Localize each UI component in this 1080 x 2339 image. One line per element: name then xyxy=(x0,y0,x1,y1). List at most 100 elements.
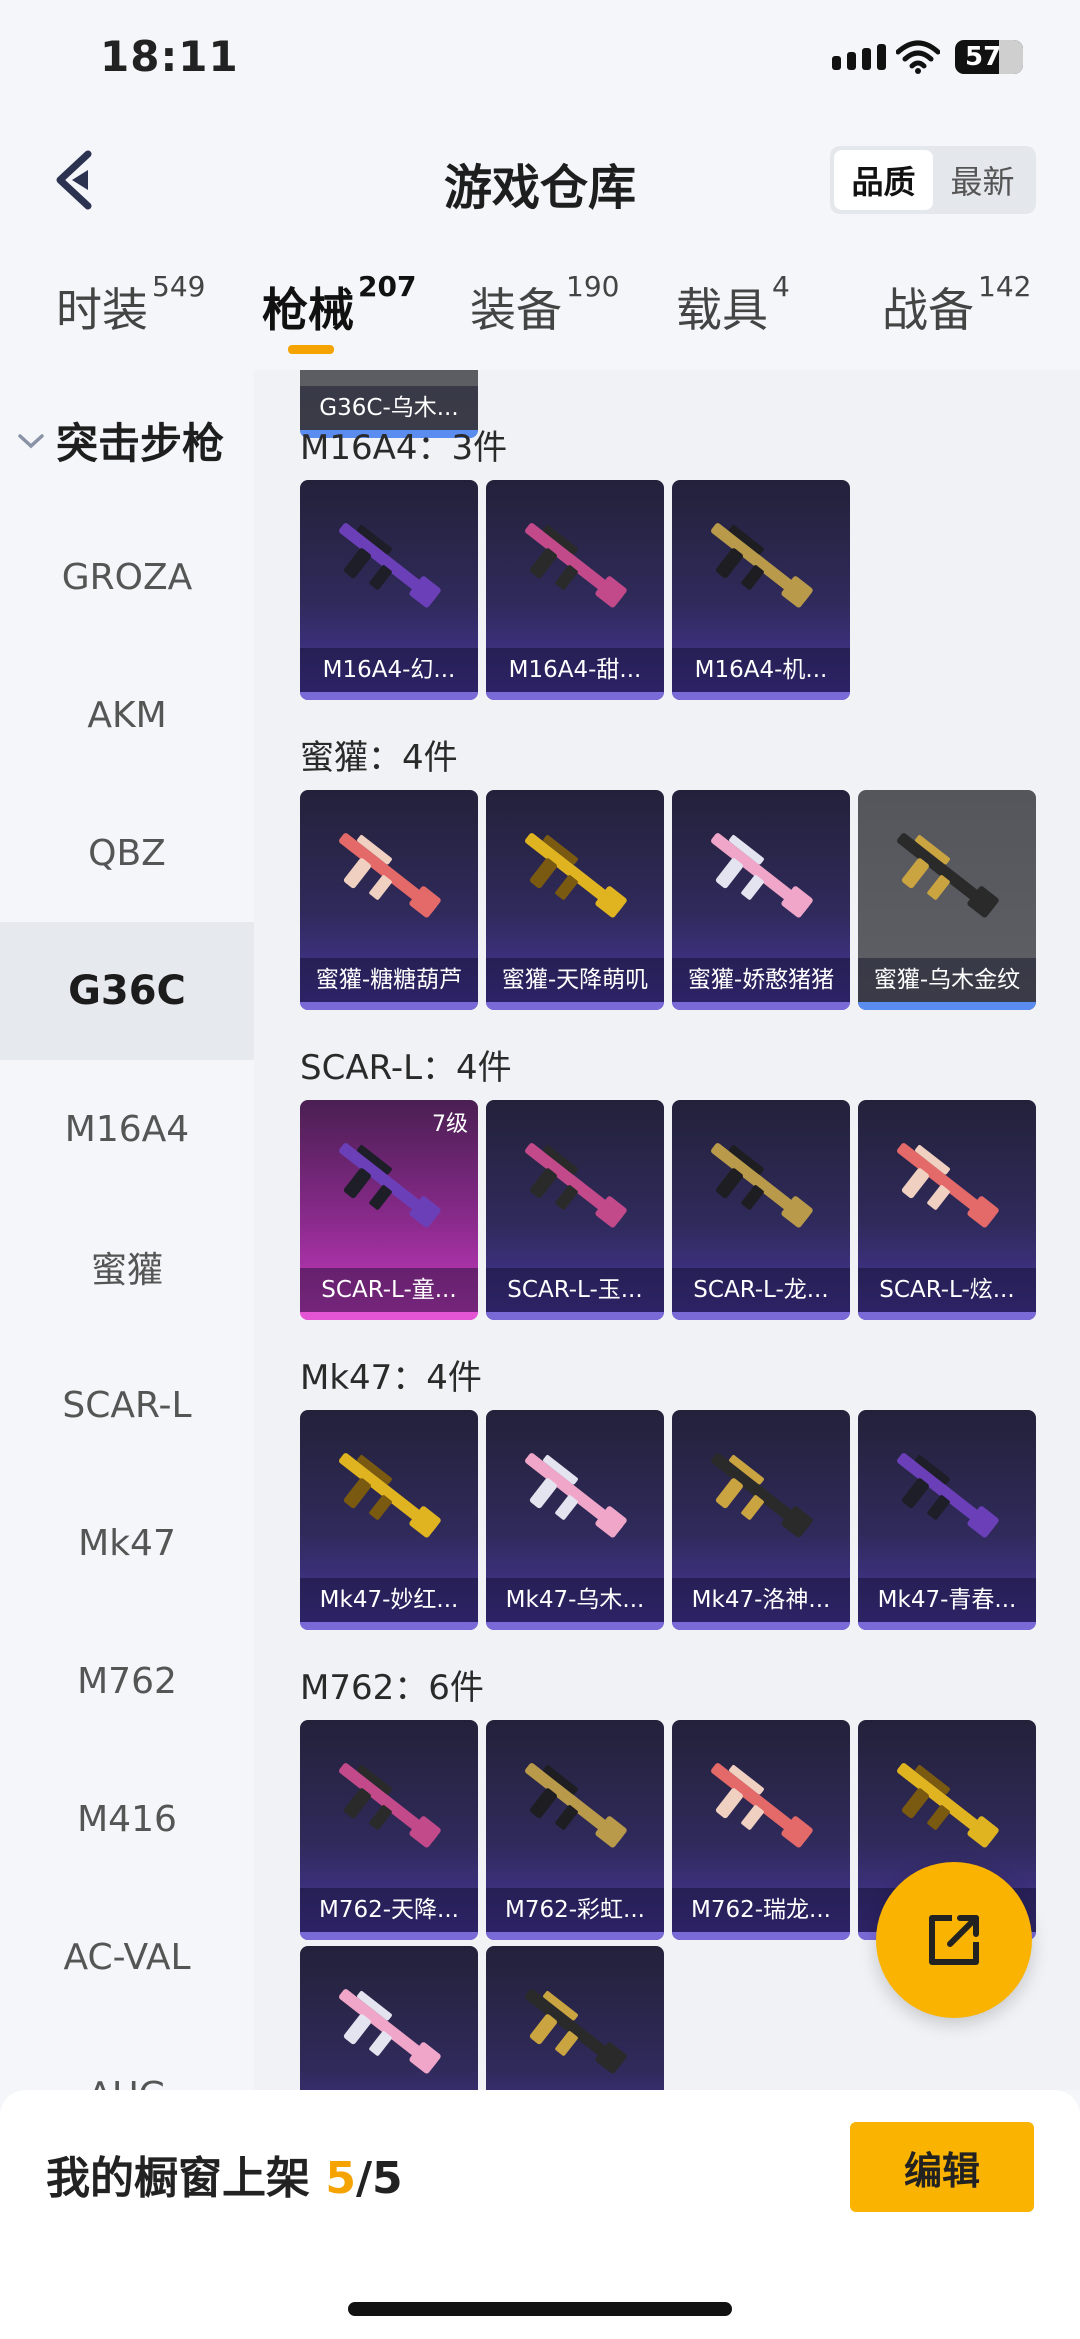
weapon-card[interactable]: 蜜獾-天降萌叽 xyxy=(486,790,664,1010)
tab-equipment[interactable]: 装备 190 xyxy=(470,270,619,340)
sidebar-item-m16a4[interactable]: M16A4 xyxy=(0,1060,254,1198)
quality-bar xyxy=(672,1622,850,1630)
share-external-icon xyxy=(929,1915,979,1965)
tab-label: 载具 xyxy=(676,283,768,337)
tab-count: 4 xyxy=(772,270,790,303)
sidebar-item-scar-l[interactable]: SCAR-L xyxy=(0,1336,254,1474)
sidebar-item-m416[interactable]: M416 xyxy=(0,1750,254,1888)
weapon-card[interactable]: M16A4-幻... xyxy=(300,480,478,700)
quality-bar xyxy=(486,1622,664,1630)
weapon-card[interactable] xyxy=(300,1946,478,2090)
tab-fashion[interactable]: 时装 549 xyxy=(56,270,205,340)
quality-bar xyxy=(672,1312,850,1320)
edit-button[interactable]: 编辑 xyxy=(850,2122,1034,2212)
rifle-icon xyxy=(508,1440,642,1550)
tab-count: 142 xyxy=(978,270,1032,303)
tab-label: 装备 xyxy=(470,283,562,337)
weapon-card[interactable]: Mk47-青春... xyxy=(858,1410,1036,1630)
quality-bar xyxy=(486,1312,664,1320)
weapon-card[interactable]: SCAR-L-炫... xyxy=(858,1100,1036,1320)
rifle-icon xyxy=(322,1130,456,1240)
sidebar-group-label: 突击步枪 xyxy=(56,419,225,468)
tab-count: 190 xyxy=(566,270,620,303)
weapon-card[interactable]: 蜜獾-娇憨猪猪 xyxy=(672,790,850,1010)
weapon-card[interactable]: M762-天降... xyxy=(300,1720,478,1940)
weapon-card[interactable]: M762-彩虹... xyxy=(486,1720,664,1940)
share-button[interactable] xyxy=(876,1862,1032,2018)
sidebar-item-ac-val[interactable]: AC-VAL xyxy=(0,1888,254,2026)
weapon-card-name: 蜜獾-乌木金纹 xyxy=(858,958,1036,1002)
home-indicator xyxy=(348,2302,732,2316)
back-button[interactable] xyxy=(48,140,108,220)
weapon-sidebar: 突击步枪 GROZA AKM QBZ G36C M16A4 蜜獾 SCAR-L … xyxy=(0,370,254,2090)
weapon-card-name: SCAR-L-玉... xyxy=(486,1268,664,1312)
tab-vehicles[interactable]: 载具 4 xyxy=(676,270,790,340)
sidebar-item-honey-badger[interactable]: 蜜獾 xyxy=(0,1198,254,1336)
sort-newest-button[interactable]: 最新 xyxy=(933,150,1032,210)
sidebar-item-mk47[interactable]: Mk47 xyxy=(0,1474,254,1612)
signal-icon xyxy=(832,44,886,70)
rifle-icon xyxy=(880,1440,1014,1550)
weapon-card[interactable]: Mk47-乌木... xyxy=(486,1410,664,1630)
weapon-card[interactable]: SCAR-L-玉... xyxy=(486,1100,664,1320)
tab-supplies[interactable]: 战备 142 xyxy=(882,270,1031,340)
showcase-label: 我的橱窗上架 xyxy=(46,2153,310,2204)
rifle-icon xyxy=(322,1750,456,1860)
rifle-icon xyxy=(508,1976,642,2086)
wifi-icon xyxy=(896,40,940,74)
sidebar-item-aug[interactable]: AUG xyxy=(0,2026,254,2091)
weapon-card[interactable]: M16A4-甜... xyxy=(486,480,664,700)
weapon-card[interactable]: Mk47-洛神... xyxy=(672,1410,850,1630)
sidebar-item-m762[interactable]: M762 xyxy=(0,1612,254,1750)
weapon-card[interactable]: 蜜獾-乌木金纹 xyxy=(858,790,1036,1010)
weapon-card[interactable]: SCAR-L-龙... xyxy=(672,1100,850,1320)
quality-bar xyxy=(300,1932,478,1940)
weapon-card[interactable]: M16A4-机... xyxy=(672,480,850,700)
quality-bar xyxy=(486,1002,664,1010)
weapon-card[interactable]: M762-瑞龙... xyxy=(672,1720,850,1940)
tab-count: 549 xyxy=(152,270,206,303)
sidebar-item-g36c[interactable]: G36C xyxy=(0,922,254,1060)
rifle-icon xyxy=(694,1750,828,1860)
weapon-card-name: M762-天降... xyxy=(300,1888,478,1932)
quality-bar xyxy=(672,1002,850,1010)
weapon-card[interactable]: 蜜獾-糖糖葫芦 xyxy=(300,790,478,1010)
section-title: M16A4：3件 xyxy=(300,428,508,468)
tab-label: 枪械 xyxy=(262,283,354,337)
weapon-card-name: SCAR-L-龙... xyxy=(672,1268,850,1312)
weapon-list: G36C-乌木... M16A4：3件 M16A4-幻... M16A4-甜... M… xyxy=(254,370,1080,2090)
tab-label: 时装 xyxy=(56,283,148,337)
weapon-card-name: Mk47-洛神... xyxy=(672,1578,850,1622)
sidebar-group-assault-rifles[interactable]: 突击步枪 xyxy=(16,410,224,471)
tab-label: 战备 xyxy=(882,283,974,337)
rifle-icon xyxy=(322,820,456,930)
weapon-card-name: 蜜獾-天降萌叽 xyxy=(486,958,664,1002)
quality-bar xyxy=(858,1002,1036,1010)
weapon-card-name: M16A4-甜... xyxy=(486,648,664,692)
weapon-card[interactable] xyxy=(486,1946,664,2090)
sidebar-item-akm[interactable]: AKM xyxy=(0,646,254,784)
rifle-icon xyxy=(694,1130,828,1240)
weapon-card-name: 蜜獾-娇憨猪猪 xyxy=(672,958,850,1002)
tab-guns[interactable]: 枪械 207 xyxy=(262,270,416,340)
battery-level: 57 xyxy=(965,42,1002,72)
weapon-card-name: Mk47-乌木... xyxy=(486,1578,664,1622)
back-arrow-icon xyxy=(56,150,92,210)
rifle-icon xyxy=(880,1130,1014,1240)
showcase-total-count: /5 xyxy=(355,2153,403,2204)
quality-bar xyxy=(858,1312,1036,1320)
weapon-card-name: M16A4-机... xyxy=(672,648,850,692)
weapon-card[interactable]: 7级 SCAR-L-童... xyxy=(300,1100,478,1320)
rifle-icon xyxy=(694,1440,828,1550)
rifle-icon xyxy=(508,1750,642,1860)
quality-bar xyxy=(300,692,478,700)
sidebar-item-qbz[interactable]: QBZ xyxy=(0,784,254,922)
sidebar-item-groza[interactable]: GROZA xyxy=(0,508,254,646)
weapon-card[interactable]: Mk47-妙红... xyxy=(300,1410,478,1630)
rifle-icon xyxy=(508,820,642,930)
chevron-down-icon xyxy=(18,433,44,448)
sort-quality-button[interactable]: 品质 xyxy=(834,150,933,210)
quality-bar xyxy=(300,1312,478,1320)
weapon-card-name: SCAR-L-炫... xyxy=(858,1268,1036,1312)
section-title: Mk47：4件 xyxy=(300,1358,482,1398)
